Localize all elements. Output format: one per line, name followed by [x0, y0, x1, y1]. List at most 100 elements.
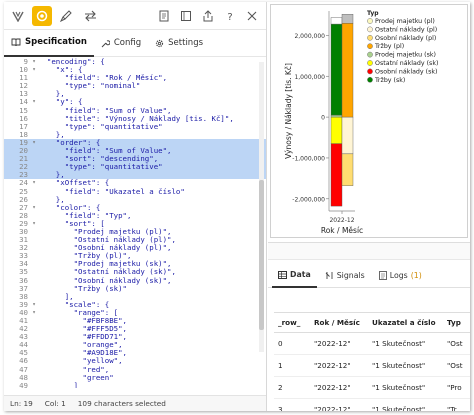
bar-segment: [341, 23, 354, 118]
data-table: _row_ Rok / Měsíc Ukazatel a číslo Typ 0 "20…: [274, 312, 470, 411]
editor-pane: ? Specification Config Settings 9 ▾ "enco: [4, 2, 267, 411]
table-row[interactable]: 0 "2022-12" "1 Skutečnost" "Ost: [274, 332, 470, 355]
fold-toggle-icon: [30, 74, 38, 82]
fold-toggle-icon: [30, 107, 38, 115]
data-viewer: Data Signals Logs (1) _row_ Rok / Měsíc Uk…: [268, 264, 470, 411]
share-icon[interactable]: [198, 6, 218, 26]
fold-toggle-icon[interactable]: ▾: [30, 66, 38, 74]
table-cell: "2022-12": [310, 398, 368, 411]
x-axis-title: Rok / Měsíc: [321, 226, 363, 235]
fold-toggle-icon[interactable]: ▾: [30, 301, 38, 309]
table-cell: 1: [274, 354, 310, 377]
fold-toggle-icon[interactable]: ▾: [30, 179, 38, 187]
fold-toggle-icon: [30, 268, 38, 276]
fold-toggle-icon: [30, 349, 38, 357]
circle-run-icon[interactable]: [32, 5, 52, 26]
legend-title: Typ: [367, 10, 379, 17]
fold-toggle-icon: [30, 82, 38, 90]
tab-config[interactable]: Config: [94, 30, 148, 57]
data-tabs: Data Signals Logs (1): [268, 264, 470, 288]
tab-specification-label: Specification: [25, 37, 87, 47]
copy-icon[interactable]: [176, 6, 196, 26]
fold-toggle-icon[interactable]: ▾: [30, 58, 38, 66]
fold-toggle-icon: [30, 212, 38, 220]
table-cell: 2: [274, 376, 310, 399]
fold-toggle-icon: [30, 147, 38, 155]
tab-settings[interactable]: Settings: [148, 30, 210, 57]
fold-toggle-icon: [30, 123, 38, 131]
legend-label: Prodej majetku (sk): [375, 52, 436, 59]
editor-tabs: Specification Config Settings: [4, 30, 266, 57]
fold-toggle-icon: [30, 285, 38, 293]
code-editor[interactable]: 9 ▾ "encoding": {10 ▾ "x": {11 "field": "R…: [4, 58, 266, 388]
fold-toggle-icon[interactable]: ▾: [30, 139, 38, 147]
fold-toggle-icon: [30, 171, 38, 179]
fold-toggle-icon[interactable]: ▾: [30, 220, 38, 228]
app-window: ? Specification Config Settings 9 ▾ "enco: [4, 2, 470, 411]
table-header[interactable]: _row_: [274, 312, 310, 333]
bar-segment: [330, 17, 343, 25]
legend-swatch: [367, 68, 373, 75]
fold-toggle-icon: [30, 366, 38, 374]
table-header[interactable]: Ukazatel a číslo: [368, 312, 443, 333]
bar-segment: [330, 23, 343, 116]
gear-icon: [156, 39, 164, 47]
swap-icon[interactable]: [80, 6, 100, 26]
wrench-icon: [101, 39, 110, 47]
table-row[interactable]: 3 "2022-12" "1 Skutečnost" "Tr: [274, 398, 470, 411]
book-icon: [11, 38, 21, 46]
fold-toggle-icon: [30, 341, 38, 349]
status-line: Ln: 19: [10, 399, 33, 408]
status-bar: Ln: 19 Col: 1 109 characters selected: [4, 395, 266, 411]
legend-label: Osobní náklady (sk): [375, 67, 438, 75]
fold-toggle-icon[interactable]: ▾: [30, 204, 38, 212]
close-icon[interactable]: [242, 6, 262, 26]
fold-toggle-icon: [30, 357, 38, 365]
fold-toggle-icon: [30, 163, 38, 171]
tab-signals-label: Signals: [336, 271, 365, 280]
y-tick-label: 1,000,000: [294, 74, 325, 81]
tab-logs[interactable]: Logs (1): [373, 264, 428, 288]
tab-specification[interactable]: Specification: [4, 30, 94, 57]
bar-segment: [330, 143, 343, 207]
table-cell: "Pro: [443, 376, 470, 399]
code-text: ]: [38, 380, 79, 388]
table-cell: "2022-12": [310, 332, 368, 355]
code-line[interactable]: 49 ]: [4, 380, 266, 388]
brush-icon[interactable]: [56, 6, 76, 26]
legend-label: Prodej majetku (pl): [375, 18, 435, 25]
table-cell: "2022-12": [310, 376, 368, 399]
fold-toggle-icon: [30, 196, 38, 204]
table-row[interactable]: 2 "2022-12" "1 Skutečnost" "Pro: [274, 376, 470, 399]
pane-resizer[interactable]: [268, 242, 470, 260]
fold-toggle-icon: [30, 188, 38, 196]
tab-signals[interactable]: Signals: [319, 264, 371, 288]
legend-label: Osobní náklady (pl): [375, 34, 436, 42]
help-icon[interactable]: ?: [220, 6, 240, 26]
tab-data[interactable]: Data: [272, 264, 317, 288]
preview-pane: 2,000,000 1,000,000 0 -1,000,000 -2,000,000 V…: [268, 2, 470, 411]
table-header[interactable]: Typ: [443, 312, 470, 333]
docs-icon[interactable]: [154, 6, 174, 26]
vega-logo-icon[interactable]: [8, 6, 28, 26]
fold-toggle-icon: [30, 293, 38, 301]
table-cell: 3: [274, 398, 310, 411]
legend-swatch: [367, 76, 373, 83]
table-row[interactable]: 1 "2022-12" "1 Skutečnost" "Ost: [274, 354, 470, 377]
legend-swatch: [367, 26, 373, 33]
table-header[interactable]: Rok / Měsíc: [310, 312, 368, 333]
chart-view[interactable]: 2,000,000 1,000,000 0 -1,000,000 -2,000,000 V…: [270, 4, 468, 238]
tab-config-label: Config: [113, 38, 142, 48]
bar-segment: [330, 116, 343, 144]
fold-toggle-icon: [30, 333, 38, 341]
fold-toggle-icon[interactable]: ▾: [30, 309, 38, 317]
editor-scrollbar-thumb[interactable]: [259, 180, 264, 330]
fold-toggle-icon: [30, 252, 38, 260]
y-tick-label: -2,000,000: [292, 196, 325, 203]
fold-toggle-icon[interactable]: ▾: [30, 98, 38, 106]
legend-swatch: [367, 51, 373, 58]
table-cell: "Ost: [443, 332, 470, 355]
legend-label: Tržby (pl): [374, 42, 404, 50]
legend-label: Ostatní náklady (sk): [375, 59, 438, 67]
bar-segment: [341, 153, 354, 186]
